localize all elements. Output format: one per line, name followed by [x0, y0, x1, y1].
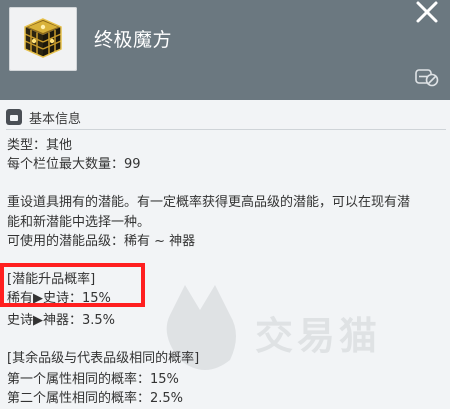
same-attribute-header: [其余品级与代表品级相同的概率] [7, 351, 200, 366]
highlight-annotation [0, 263, 145, 307]
info-box-icon [6, 109, 22, 125]
close-icon[interactable] [412, 0, 442, 26]
divider [6, 129, 446, 130]
same-attribute-first: 第一个属性相同的概率：15% [7, 372, 179, 387]
watermark-text: 交易猫 [255, 314, 382, 358]
cube-icon [24, 18, 62, 58]
item-title: 终极魔方 [94, 29, 173, 51]
trade-restricted-icon [414, 66, 440, 88]
item-detail-panel: 交易猫 基本信息 类型：其他 每个栏位最大数量：99 重设道具拥有的潜能。有一定… [0, 100, 450, 409]
item-description-line: 重设道具拥有的潜能。有一定概率获得更高品级的潜能，可以在现有潜 [7, 195, 411, 210]
section-label: 基本信息 [29, 112, 82, 127]
item-usable-grade: 可使用的潜能品级：稀有 ~ 神器 [7, 234, 196, 249]
upgrade-epic-to-legendary: 史诗▶神器：3.5% [7, 313, 116, 328]
item-type: 类型：其他 [7, 138, 73, 153]
item-thumbnail [9, 7, 77, 71]
section-basic-info: 基本信息 [0, 108, 450, 130]
same-attribute-second: 第二个属性相同的概率：2.5% [7, 391, 184, 406]
item-header: 终极魔方 [0, 0, 450, 100]
item-max-per-slot: 每个栏位最大数量：99 [7, 157, 141, 172]
watermark: 交易猫 [160, 275, 440, 385]
item-description-line: 能和新潜能中选择一种。 [7, 215, 151, 230]
